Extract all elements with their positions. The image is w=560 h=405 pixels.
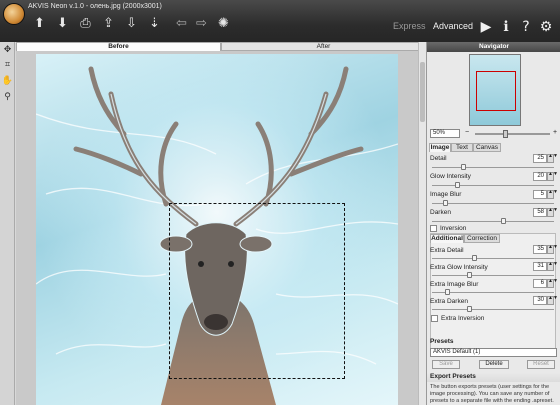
extra-param-value[interactable]: 35 bbox=[533, 245, 547, 254]
image-canvas[interactable] bbox=[16, 51, 418, 405]
settings-panel: Navigator 50% − + Image Text Canvas Deta… bbox=[426, 42, 560, 405]
tab-before[interactable]: Before bbox=[16, 42, 221, 51]
tab-additional[interactable]: Additional bbox=[430, 234, 464, 243]
tools-bar: ✥ ⌗ ✋ ⚲ bbox=[0, 42, 15, 405]
extra-param-value[interactable]: 6 bbox=[533, 279, 547, 288]
param-slider-track[interactable] bbox=[432, 221, 554, 222]
param-label: Detail bbox=[430, 155, 447, 162]
play-icon[interactable]: ▶ bbox=[477, 18, 495, 36]
inversion-checkbox[interactable] bbox=[430, 225, 437, 232]
zoom-in-icon[interactable]: + bbox=[553, 129, 557, 136]
scrollbar-thumb[interactable] bbox=[420, 62, 425, 122]
extra-param-label: Extra Darken bbox=[430, 298, 468, 305]
param-label: Darken bbox=[430, 209, 451, 216]
extra-param-slider-knob[interactable] bbox=[467, 306, 472, 312]
open-icon[interactable]: ⬆ bbox=[31, 15, 48, 32]
param-label: Glow Intensity bbox=[430, 173, 471, 180]
extra-param-label: Extra Image Blur bbox=[430, 281, 479, 288]
extra-param-slider-knob[interactable] bbox=[472, 255, 477, 261]
param-slider-track[interactable] bbox=[432, 185, 554, 186]
delete-preset-button[interactable]: Delete bbox=[479, 360, 509, 369]
spin-icon[interactable]: ▲▼ bbox=[547, 245, 558, 254]
extra-inversion-checkbox[interactable] bbox=[431, 315, 438, 322]
tab-text[interactable]: Text bbox=[451, 143, 473, 152]
extra-param-label: Extra Detail bbox=[430, 247, 464, 254]
import-preset-icon[interactable]: ⇪ bbox=[100, 15, 117, 32]
vertical-scrollbar[interactable] bbox=[418, 42, 426, 405]
settings-icon[interactable]: ⚙ bbox=[537, 18, 555, 36]
reset-preset-button[interactable]: Reset bbox=[527, 360, 555, 369]
spin-icon[interactable]: ▲▼ bbox=[547, 172, 558, 181]
param-value[interactable]: 5 bbox=[533, 190, 547, 199]
preset-select[interactable]: AKVIS Default (1) bbox=[430, 348, 557, 357]
crop-icon[interactable]: ⌗ bbox=[1, 59, 14, 71]
app-logo bbox=[3, 3, 25, 25]
extra-inversion-label: Extra Inversion bbox=[441, 315, 485, 322]
zoom-icon[interactable]: ⚲ bbox=[1, 91, 14, 103]
pan-icon[interactable]: ✋ bbox=[1, 75, 14, 87]
param-slider-knob[interactable] bbox=[501, 218, 506, 224]
tab-after[interactable]: After bbox=[221, 42, 426, 51]
tab-image[interactable]: Image bbox=[429, 143, 451, 152]
navigator-viewport-frame[interactable] bbox=[476, 71, 516, 111]
param-slider-knob[interactable] bbox=[461, 164, 466, 170]
extra-param-slider-track[interactable] bbox=[432, 292, 554, 293]
back-icon[interactable]: ⇦ bbox=[173, 15, 190, 32]
param-slider-track[interactable] bbox=[432, 203, 554, 204]
print-icon[interactable]: ⎙ bbox=[77, 15, 94, 32]
forward-icon[interactable]: ⇨ bbox=[193, 15, 210, 32]
tab-canvas[interactable]: Canvas bbox=[473, 143, 501, 152]
mode-advanced-button[interactable]: Advanced bbox=[433, 21, 473, 31]
window-title: AKVIS Neon v.1.0 - олень.jpg (2000x3001) bbox=[28, 3, 162, 10]
zoom-slider-track[interactable] bbox=[475, 133, 550, 135]
extra-param-slider-knob[interactable] bbox=[467, 272, 472, 278]
zoom-slider-knob[interactable] bbox=[503, 130, 508, 138]
inversion-label: Inversion bbox=[440, 225, 467, 232]
extra-param-slider-track[interactable] bbox=[432, 275, 554, 276]
extra-param-slider-track[interactable] bbox=[432, 309, 554, 310]
tab-correction[interactable]: Correction bbox=[464, 234, 500, 243]
hand-icon[interactable]: ✥ bbox=[1, 44, 14, 56]
mode-express-button[interactable]: Express bbox=[393, 21, 426, 31]
param-label: Image Blur bbox=[430, 191, 462, 198]
param-value[interactable]: 25 bbox=[533, 154, 547, 163]
title-toolbar: AKVIS Neon v.1.0 - олень.jpg (2000x3001)… bbox=[0, 0, 560, 42]
export-presets-title: Export Presets bbox=[427, 372, 560, 382]
param-value[interactable]: 20 bbox=[533, 172, 547, 181]
save-preset-button[interactable]: Save bbox=[432, 360, 460, 369]
zoom-out-icon[interactable]: − bbox=[465, 129, 469, 136]
zoom-field[interactable]: 50% bbox=[430, 129, 460, 138]
spin-icon[interactable]: ▲▼ bbox=[547, 279, 558, 288]
extra-param-value[interactable]: 30 bbox=[533, 296, 547, 305]
navigator-title: Navigator bbox=[427, 42, 560, 52]
export-settings-icon[interactable]: ⇣ bbox=[146, 15, 163, 32]
selection-rectangle[interactable] bbox=[169, 203, 345, 379]
spin-icon[interactable]: ▲▼ bbox=[547, 208, 558, 217]
param-slider-track[interactable] bbox=[432, 167, 554, 168]
extra-param-value[interactable]: 31 bbox=[533, 262, 547, 271]
extra-param-label: Extra Glow Intensity bbox=[430, 264, 488, 271]
param-slider-knob[interactable] bbox=[443, 200, 448, 206]
extra-param-slider-knob[interactable] bbox=[445, 289, 450, 295]
param-slider-knob[interactable] bbox=[455, 182, 460, 188]
spin-icon[interactable]: ▲▼ bbox=[547, 296, 558, 305]
save-icon[interactable]: ⬇ bbox=[54, 15, 71, 32]
spin-icon[interactable]: ▲▼ bbox=[547, 190, 558, 199]
export-preset-icon[interactable]: ⇩ bbox=[123, 15, 140, 32]
info-icon[interactable]: ℹ bbox=[497, 18, 515, 36]
navigator-thumbnail[interactable] bbox=[469, 54, 521, 126]
help-icon[interactable]: ? bbox=[517, 18, 535, 36]
param-value[interactable]: 58 bbox=[533, 208, 547, 217]
spin-icon[interactable]: ▲▼ bbox=[547, 154, 558, 163]
export-presets-description: The button exports presets (user setting… bbox=[430, 384, 554, 404]
extra-param-slider-track[interactable] bbox=[432, 258, 554, 259]
presets-title: Presets bbox=[430, 338, 454, 345]
spin-icon[interactable]: ▲▼ bbox=[547, 262, 558, 271]
run-icon[interactable]: ✺ bbox=[215, 15, 232, 32]
